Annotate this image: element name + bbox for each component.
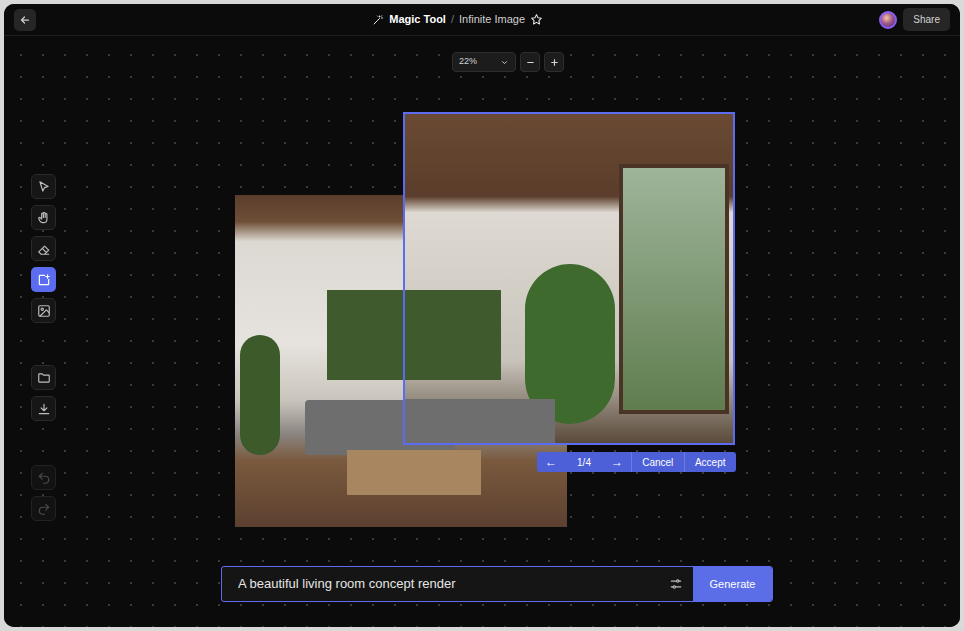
prompt-input[interactable] — [222, 567, 659, 601]
minus-icon — [525, 57, 536, 68]
counter: 1/4 — [565, 455, 603, 470]
previous-button[interactable]: ← — [537, 456, 565, 468]
app-name: Magic Tool — [389, 11, 446, 28]
plant-wall — [403, 290, 501, 380]
undo-button[interactable] — [31, 465, 56, 490]
folder-button[interactable] — [31, 365, 56, 390]
table — [347, 450, 481, 495]
cancel-button[interactable]: Cancel — [631, 452, 684, 472]
window — [619, 164, 729, 414]
download-button[interactable] — [31, 396, 56, 421]
zoom-in-button[interactable] — [544, 52, 564, 72]
accept-label: Accept — [695, 455, 726, 470]
eraser-tool-button[interactable] — [31, 236, 56, 261]
separator: / — [451, 11, 454, 28]
magic-wand-icon — [372, 14, 384, 26]
title: Magic Tool / Infinite Image — [372, 11, 543, 28]
plus-icon — [549, 57, 560, 68]
generated-frame[interactable] — [403, 112, 735, 445]
select-icon — [37, 180, 51, 194]
toolbar — [31, 174, 56, 521]
share-button[interactable]: Share — [903, 8, 950, 31]
redo-button[interactable] — [31, 496, 56, 521]
sofa — [405, 399, 555, 445]
back-button[interactable] — [14, 9, 36, 31]
generate-button[interactable]: Generate — [693, 567, 772, 601]
plant — [240, 335, 280, 455]
candidate-bar: ← 1/4 → Cancel Accept — [537, 452, 736, 472]
zoom-controls: 22% — [452, 52, 564, 72]
top-bar: Magic Tool / Infinite Image Share — [4, 4, 960, 36]
counter-text: 1/4 — [577, 455, 591, 470]
chevron-down-icon — [500, 58, 509, 67]
select-tool-button[interactable] — [31, 174, 56, 199]
accept-button[interactable]: Accept — [684, 452, 737, 472]
cancel-label: Cancel — [642, 455, 673, 470]
settings-button[interactable] — [659, 567, 693, 601]
previous-arrow: ← — [545, 456, 557, 468]
frame-icon — [37, 273, 51, 287]
frame-tool-button[interactable] — [31, 267, 56, 292]
image-tool-button[interactable] — [31, 298, 56, 323]
star-icon[interactable] — [530, 13, 543, 26]
canvas[interactable]: 22% ← 1/4 → Cancel Accept Generate — [4, 36, 960, 627]
arrow-left-icon — [19, 14, 31, 26]
next-button[interactable]: → — [603, 456, 631, 468]
avatar[interactable] — [879, 11, 897, 29]
folder-icon — [37, 371, 51, 385]
zoom-dropdown[interactable]: 22% — [452, 52, 516, 72]
prompt-bar: Generate — [221, 566, 773, 602]
hand-icon — [37, 211, 51, 225]
undo-icon — [37, 471, 51, 485]
document-name: Infinite Image — [459, 11, 525, 28]
toolbar-gap — [31, 329, 56, 359]
hand-tool-button[interactable] — [31, 205, 56, 230]
zoom-value: 22% — [459, 55, 477, 69]
download-icon — [37, 402, 51, 416]
toolbar-gap — [31, 427, 56, 459]
image-icon — [37, 304, 51, 318]
next-arrow: → — [611, 456, 623, 468]
sliders-icon — [669, 577, 683, 591]
generate-label: Generate — [710, 576, 756, 593]
eraser-icon — [37, 242, 51, 256]
redo-icon — [37, 502, 51, 516]
top-actions: Share — [879, 8, 950, 31]
zoom-out-button[interactable] — [520, 52, 540, 72]
share-label: Share — [913, 14, 940, 25]
